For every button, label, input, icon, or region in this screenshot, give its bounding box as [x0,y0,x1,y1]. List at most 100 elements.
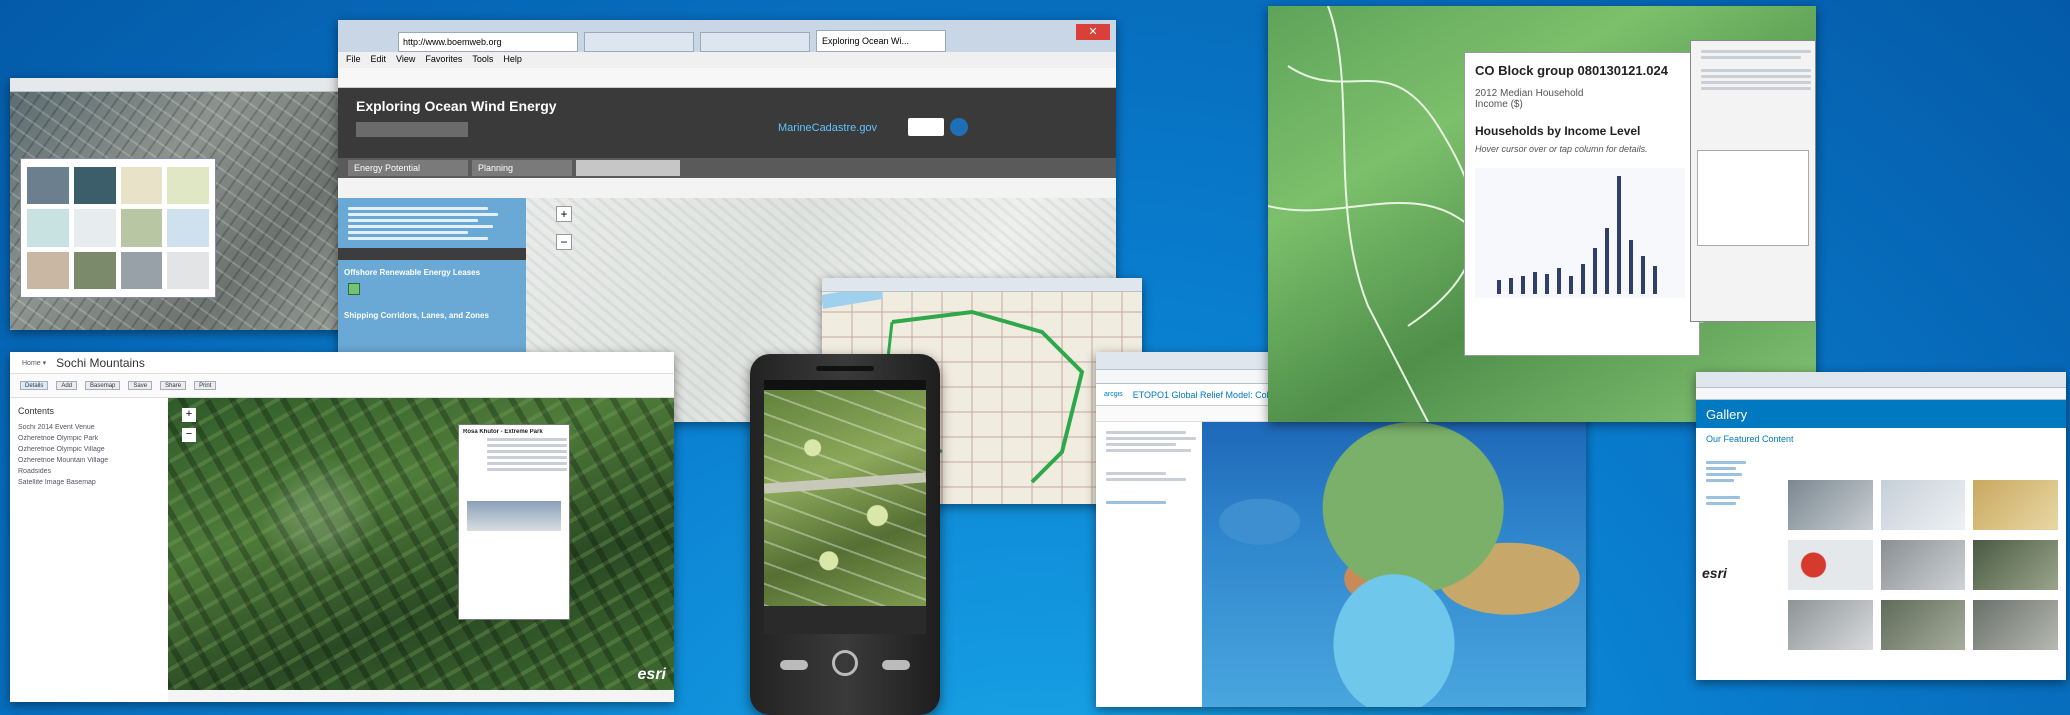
tab-third[interactable] [576,160,680,176]
menu-item[interactable]: File [346,54,361,66]
add-button[interactable]: Add [56,381,78,390]
tab-address[interactable]: http://www.boemweb.org [398,32,578,52]
gallery-nav-bar [1696,388,2066,400]
save-button[interactable]: Save [128,381,153,390]
contents-label: Contents [18,406,55,416]
basemap-thumb[interactable] [120,209,163,247]
zoom-in-button[interactable]: + [556,206,572,222]
basemap-thumb[interactable] [27,167,69,205]
app-header: Exploring Ocean Wind Energy MarineCadast… [338,88,1116,158]
basemap-thumb[interactable] [73,209,116,247]
basemap-thumb[interactable] [27,209,69,247]
phone-road [764,472,926,494]
panel-divider [338,248,526,260]
basemap-thumb[interactable] [27,251,69,289]
gallery-sidebar: esri [1702,458,1772,658]
header-button[interactable] [356,122,468,137]
smartphone [750,354,940,715]
close-icon[interactable]: ✕ [1076,24,1110,40]
popup-title: Rosa Khutor - Extreme Park [463,429,543,435]
layer-item[interactable]: Satellite Image Basemap [18,479,160,486]
gallery-item[interactable] [1973,600,2058,650]
tab-2[interactable] [700,32,810,52]
gallery-item[interactable] [1880,540,1966,590]
viewer-toolbar: Details Add Basemap Save Share Print [10,374,674,398]
gallery-item[interactable] [1880,600,1966,650]
zoom-out-button[interactable]: − [182,428,196,442]
gallery-grid [1788,480,2058,650]
menu-item[interactable]: Edit [371,54,387,66]
layer-item[interactable]: Ozheretnoe Olympic Park [18,435,160,442]
phone-toolbar [764,606,926,634]
esri-logo: esri [1702,565,1727,581]
share-button[interactable]: Share [160,381,187,390]
basemap-gallery-window [10,78,362,330]
menu-bar: File Edit View Favorites Tools Help [338,52,1116,68]
census-map-window: CO Block group 080130121.024 2012 Median… [1268,6,1816,422]
phone-screen[interactable] [764,380,926,606]
chart-note: Hover cursor over or tap column for deta… [1475,144,1648,154]
tab-energy-potential[interactable]: Energy Potential [348,160,468,176]
panel-tabs: Energy Potential Planning [338,158,1116,178]
basemap-thumb[interactable] [167,251,209,289]
gallery-item[interactable] [1788,480,1873,530]
field-table [1697,150,1809,246]
gallery-item[interactable] [1973,480,2058,530]
layer-item[interactable]: Ozheretnoe Olympic Village [18,446,160,453]
basemap-thumb[interactable] [167,167,209,205]
basemap-thumb[interactable] [73,167,116,205]
popup-image [467,501,561,531]
phone-speaker-icon [816,366,874,371]
layer-checkbox[interactable] [348,283,360,295]
basemap-thumb[interactable] [167,209,209,247]
satellite-map[interactable]: + − Rosa Khutor - Extreme Park esri [168,398,674,690]
basemap-thumb[interactable] [120,251,163,289]
relief-map[interactable] [1202,422,1586,707]
popup-title: CO Block group 080130121.024 [1475,63,1668,78]
gallery-browser-bar [1696,372,2066,388]
basemap-picker [20,158,216,298]
phone-back-button[interactable] [780,660,808,670]
zoom-out-button[interactable]: − [556,234,572,250]
gallery-title: Gallery [1706,407,1748,422]
layer-item[interactable]: Ozheretnoe Mountain Village [18,457,160,464]
chart-heading: Households by Income Level [1475,124,1641,138]
gallery-subheader: Our Featured Content [1706,434,1794,444]
relief-side-panel [1096,422,1202,707]
print-button[interactable]: Print [194,381,217,390]
basemap-thumb[interactable] [73,251,116,289]
viewer-header: Home ▾ Sochi Mountains [10,352,674,374]
field-dialog [1690,40,1816,322]
menu-item[interactable]: Tools [472,54,493,66]
favorites-bar [338,68,1116,88]
menu-item[interactable]: Favorites [425,54,462,66]
layer-item[interactable]: Sochi 2014 Event Venue [18,424,160,431]
menu-item[interactable]: View [396,54,415,66]
phone-home-button[interactable] [832,650,858,676]
gallery-window: Gallery Our Featured Content esri [1696,372,2066,680]
popup-subtitle: 2012 Median Household Income ($) [1475,88,1584,110]
globe-icon [950,118,968,136]
layer-item[interactable]: Roadsides [18,468,160,475]
phone-menu-button[interactable] [882,660,910,670]
app-title: Exploring Ocean Wind Energy [356,98,557,114]
tab-planning[interactable]: Planning [472,160,572,176]
gallery-item[interactable] [1973,540,2058,590]
details-button[interactable]: Details [20,381,49,390]
gallery-item[interactable] [1788,540,1873,590]
tab-active[interactable]: Exploring Ocean Wi... [816,30,946,52]
phone-statusbar [764,380,926,390]
zoom-in-button[interactable]: + [182,408,196,422]
gallery-header: Gallery [1696,400,2066,428]
arcgis-logo: arcgis [1104,391,1123,398]
tab-1[interactable] [584,32,694,52]
menu-item[interactable]: Help [503,54,522,66]
panel-heading: Offshore Renewable Energy Leases [344,268,481,277]
basemap-thumb[interactable] [120,167,163,205]
gallery-item[interactable] [1788,600,1873,650]
window-toolbar [10,78,362,92]
popup: Rosa Khutor - Extreme Park [458,424,570,620]
gallery-item[interactable] [1880,480,1966,530]
basemap-button[interactable]: Basemap [85,381,121,390]
income-chart[interactable] [1475,168,1685,298]
